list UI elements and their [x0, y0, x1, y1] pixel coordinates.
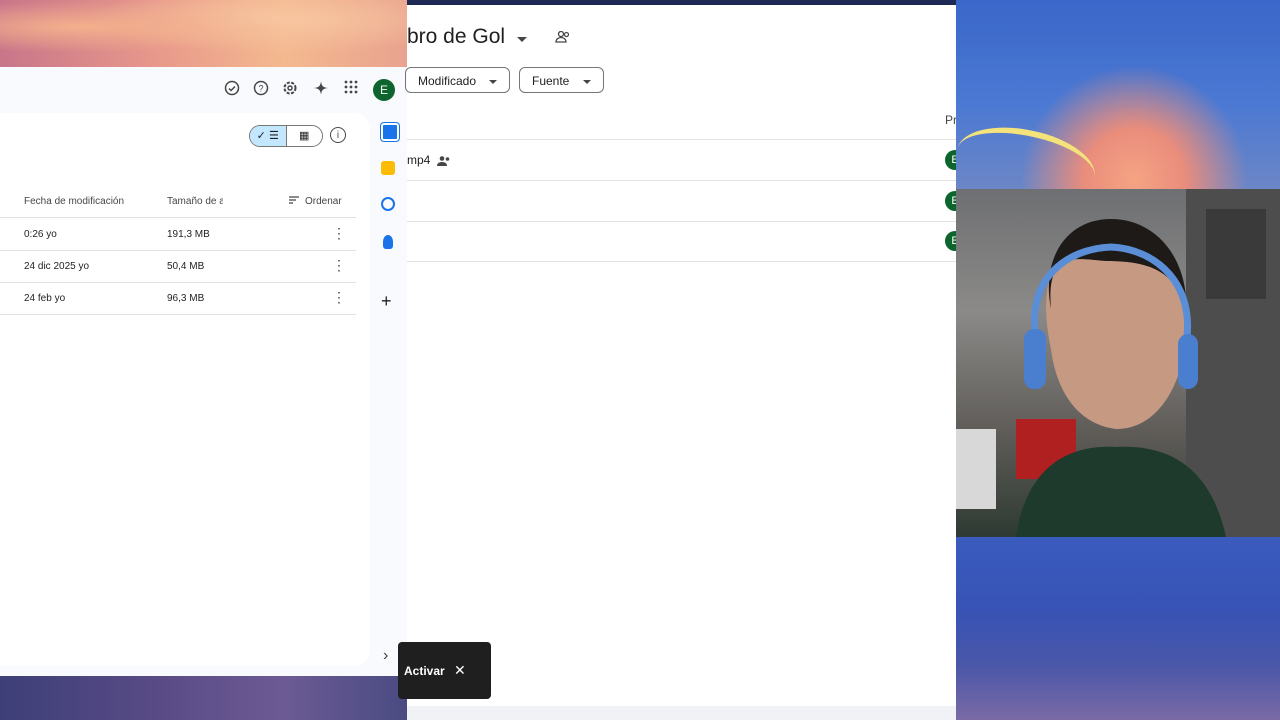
- apps-grid-icon[interactable]: [341, 80, 361, 100]
- drive-window-center: bro de Gol Modificado Fuente Pr mp4 E E …: [405, 5, 965, 706]
- column-header-modified[interactable]: Fecha de modificación: [24, 196, 124, 207]
- grid-view-button[interactable]: ▦: [287, 126, 323, 146]
- side-panel: + ›: [370, 113, 407, 676]
- table-row[interactable]: 0:26 yo 191,3 MB ⋮: [0, 218, 356, 251]
- close-icon[interactable]: ✕: [454, 662, 466, 679]
- file-name: mp4: [407, 153, 431, 167]
- modified-filter-chip[interactable]: Modificado: [405, 67, 511, 94]
- table-row[interactable]: 24 feb yo 96,3 MB ⋮: [0, 282, 356, 315]
- add-app-button[interactable]: +: [381, 291, 392, 312]
- snackbar-action-button[interactable]: Activar: [404, 664, 445, 678]
- folder-title-text: bro de Gol: [407, 25, 506, 48]
- account-avatar[interactable]: E: [373, 79, 395, 101]
- row-size: 50,4 MB: [167, 261, 205, 272]
- column-header-size[interactable]: Tamaño de a: [167, 196, 223, 207]
- wallpaper-top: [0, 0, 407, 67]
- table-row[interactable]: E: [407, 181, 965, 222]
- keep-icon[interactable]: [381, 161, 395, 175]
- sky-wallpaper-bottom: [956, 537, 1280, 720]
- row-modified: 24 feb yo: [24, 293, 66, 304]
- sort-button[interactable]: Ordenar: [289, 196, 342, 207]
- table-row[interactable]: 24 dic 2025 yo 50,4 MB ⋮: [0, 250, 356, 283]
- row-size: 96,3 MB: [167, 293, 205, 304]
- tasks-icon[interactable]: [381, 197, 395, 211]
- window-bottom-edge: [407, 706, 956, 720]
- folder-title[interactable]: bro de Gol: [407, 25, 571, 49]
- wallpaper-bottom: [0, 676, 407, 720]
- more-actions-icon[interactable]: ⋮: [332, 257, 346, 274]
- row-modified: 24 dic 2025 yo: [24, 261, 90, 272]
- file-list-panel: ✓ ☰ ▦ i Fecha de modificación Tamaño de …: [0, 113, 370, 666]
- webcam-feed: [956, 189, 1280, 537]
- help-icon[interactable]: ?: [251, 80, 271, 100]
- sort-icon: [289, 196, 299, 207]
- sort-label: Ordenar: [305, 196, 342, 207]
- more-actions-icon[interactable]: ⋮: [332, 289, 346, 306]
- row-modified: 0:26 yo: [24, 229, 57, 240]
- table-row[interactable]: mp4 E: [407, 140, 965, 181]
- offline-check-icon[interactable]: [222, 80, 242, 100]
- caret-down-icon: [582, 68, 591, 94]
- source-filter-chip[interactable]: Fuente: [519, 67, 604, 93]
- drive-window-left: ? E ✓ ☰ ▦ i Fecha de modificación Tamaño…: [0, 67, 407, 676]
- top-toolbar: ? E: [0, 67, 407, 113]
- list-view-button[interactable]: ✓ ☰: [250, 126, 287, 146]
- shared-icon: [437, 153, 451, 171]
- caret-down-icon[interactable]: [516, 25, 527, 49]
- shared-folder-icon: [555, 25, 571, 49]
- view-toggle: ✓ ☰ ▦: [249, 125, 323, 147]
- row-size: 191,3 MB: [167, 229, 210, 240]
- expand-panel-button[interactable]: ›: [383, 647, 388, 665]
- more-actions-icon[interactable]: ⋮: [332, 225, 346, 242]
- webcam-person-image: [956, 189, 1280, 537]
- chip-label: Fuente: [532, 74, 570, 88]
- gemini-spark-icon[interactable]: [311, 80, 331, 100]
- contacts-icon[interactable]: [383, 235, 393, 249]
- chip-label: Modificado: [418, 74, 477, 88]
- table-row[interactable]: E: [407, 221, 965, 262]
- settings-icon[interactable]: [280, 80, 300, 100]
- snackbar: Activar ✕: [398, 642, 491, 699]
- calendar-icon[interactable]: [381, 123, 399, 141]
- caret-down-icon: [489, 68, 498, 94]
- svg-text:?: ?: [258, 84, 263, 94]
- info-icon[interactable]: i: [330, 127, 346, 143]
